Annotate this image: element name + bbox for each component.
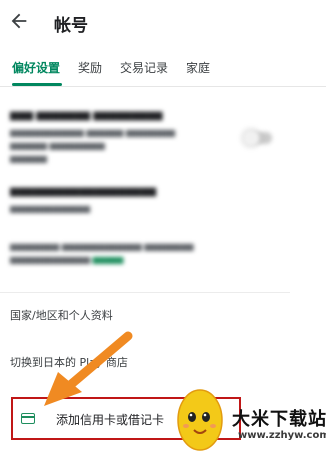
watermark-mascot-logo [177, 389, 223, 451]
watermark-title: 大米下载站 [232, 409, 326, 430]
pointer-arrow-icon [44, 331, 133, 406]
watermark-url: www.zzhyw.com [238, 430, 326, 441]
